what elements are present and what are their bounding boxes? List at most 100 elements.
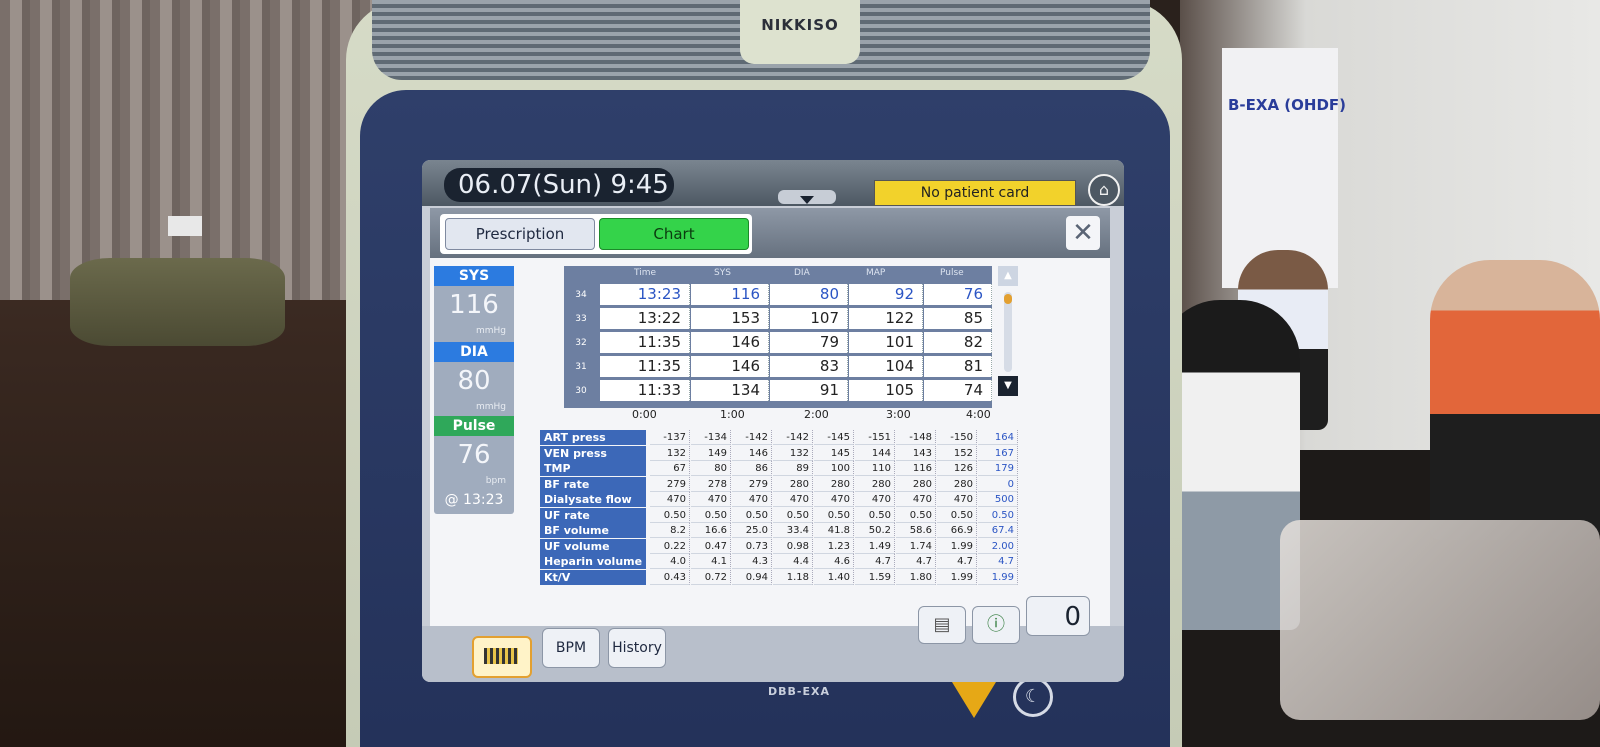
bp-table-row[interactable]: 31 11:35 146 83 104 81 bbox=[564, 356, 992, 378]
trend-cell: 470 bbox=[691, 492, 731, 507]
chart-panel: Prescription Chart ✕ SYS 116 mmHg DIA 80… bbox=[430, 208, 1110, 628]
trend-cell: 152 bbox=[937, 445, 977, 461]
bp-table-row[interactable]: 33 13:22 153 107 122 85 bbox=[564, 308, 992, 330]
trend-cell: -142 bbox=[773, 430, 813, 445]
trend-cell: 470 bbox=[650, 492, 690, 507]
trend-cell: -134 bbox=[691, 430, 731, 445]
home-icon[interactable]: ⌂ bbox=[1088, 174, 1120, 206]
trend-row-label: Heparin volume bbox=[540, 554, 646, 569]
measurement-time: @ 13:23 bbox=[444, 492, 504, 508]
bpm-button[interactable]: BPM bbox=[542, 628, 600, 668]
bp-cell-map: 105 bbox=[849, 380, 923, 401]
background-curtain bbox=[0, 0, 380, 300]
bp-cell-pulse: 74 bbox=[924, 380, 992, 401]
trend-cell: 1.49 bbox=[855, 538, 895, 554]
touch-screen: 06.07(Sun) 9:45 No patient card ⌂ Prescr… bbox=[422, 160, 1124, 682]
message-counter: 0 bbox=[1026, 596, 1090, 636]
brand-logo: NIKKISO bbox=[740, 0, 860, 64]
trend-cell: -145 bbox=[814, 430, 854, 445]
hour-label: 0:00 bbox=[632, 408, 657, 421]
trend-cell: -150 bbox=[937, 430, 977, 445]
bp-table-header: Time SYS DIA MAP Pulse bbox=[564, 266, 992, 282]
alarm-warning-button[interactable] bbox=[952, 682, 996, 718]
info-icon[interactable]: ⓘ bbox=[972, 606, 1020, 644]
trend-row-label: VEN press bbox=[540, 445, 646, 461]
trend-cell: 25.0 bbox=[732, 523, 772, 538]
trend-cell: 4.7 bbox=[896, 554, 936, 569]
bp-cell-sys: 116 bbox=[691, 284, 769, 305]
bp-header-map: MAP bbox=[866, 268, 886, 278]
bp-table-row[interactable]: 30 11:33 134 91 105 74 bbox=[564, 380, 992, 402]
background-plastic-bag bbox=[1280, 520, 1600, 720]
trend-cell: 126 bbox=[937, 461, 977, 476]
trend-cell: 66.9 bbox=[937, 523, 977, 538]
trend-cell: 50.2 bbox=[855, 523, 895, 538]
trend-cell: 58.6 bbox=[896, 523, 936, 538]
trend-row-label: UF rate bbox=[540, 507, 646, 523]
scroll-down-button[interactable]: ▼ bbox=[998, 376, 1018, 396]
trend-cell: 0.43 bbox=[650, 569, 690, 585]
trend-cell: 41.8 bbox=[814, 523, 854, 538]
bp-table-row[interactable]: 32 11:35 146 79 101 82 bbox=[564, 332, 992, 354]
trend-cell: 470 bbox=[937, 492, 977, 507]
scroll-up-button[interactable]: ▲ bbox=[998, 266, 1018, 286]
trend-cell: 0.50 bbox=[937, 507, 977, 523]
trend-cell: 4.0 bbox=[650, 554, 690, 569]
hour-label: 1:00 bbox=[720, 408, 745, 421]
bp-row-index: 33 bbox=[575, 314, 587, 324]
tab-chart[interactable]: Chart bbox=[599, 218, 749, 250]
trend-cell: 280 bbox=[814, 476, 854, 492]
trend-cell: 0.50 bbox=[896, 507, 936, 523]
bp-history-table: Time SYS DIA MAP Pulse 34 13:23 116 80 92 76 3… bbox=[564, 266, 992, 408]
trend-cell: 1.99 bbox=[978, 569, 1018, 585]
bp-cell-dia: 83 bbox=[770, 356, 848, 377]
trend-cell: 0 bbox=[978, 476, 1018, 492]
trend-cell: 0.50 bbox=[855, 507, 895, 523]
bp-cell-pulse: 81 bbox=[924, 356, 992, 377]
trend-cell: 4.1 bbox=[691, 554, 731, 569]
history-button[interactable]: History bbox=[608, 628, 666, 668]
bp-cell-map: 122 bbox=[849, 308, 923, 329]
trend-cell: 116 bbox=[896, 461, 936, 476]
vitals-summary: SYS 116 mmHg DIA 80 mmHg Pulse 76 bpm @ … bbox=[434, 266, 514, 514]
trend-cell: 1.99 bbox=[937, 569, 977, 585]
background-poster-title: B-EXA (OHDF) bbox=[1228, 96, 1347, 114]
trend-cell: 89 bbox=[773, 461, 813, 476]
trend-cell: 0.94 bbox=[732, 569, 772, 585]
trend-cell: 470 bbox=[732, 492, 772, 507]
trend-cell: 0.98 bbox=[773, 538, 813, 554]
trend-cell: 80 bbox=[691, 461, 731, 476]
trend-cell: 8.2 bbox=[650, 523, 690, 538]
bp-table-row[interactable]: 34 13:23 116 80 92 76 bbox=[564, 284, 992, 306]
bp-header-sys: SYS bbox=[714, 268, 731, 278]
trend-cell: 145 bbox=[814, 445, 854, 461]
bp-cell-map: 92 bbox=[849, 284, 923, 305]
close-icon[interactable]: ✕ bbox=[1066, 216, 1100, 250]
document-icon[interactable]: ▤ bbox=[918, 606, 966, 644]
background-table bbox=[70, 258, 285, 346]
trend-cell: 167 bbox=[978, 445, 1018, 461]
trend-cell: 0.47 bbox=[691, 538, 731, 554]
trend-cell: 470 bbox=[773, 492, 813, 507]
trend-cell: 67.4 bbox=[978, 523, 1018, 538]
trend-cell: 110 bbox=[855, 461, 895, 476]
trend-row-label: BF rate bbox=[540, 476, 646, 492]
bp-header-pulse: Pulse bbox=[940, 268, 964, 278]
scrollbar-track[interactable] bbox=[1004, 292, 1012, 372]
bp-cell-time: 11:35 bbox=[600, 356, 690, 377]
tab-prescription[interactable]: Prescription bbox=[445, 218, 595, 250]
trend-cell: 33.4 bbox=[773, 523, 813, 538]
trend-cell: 280 bbox=[773, 476, 813, 492]
trend-row-label: Kt/V bbox=[540, 569, 646, 585]
trend-row-label: Dialysate flow bbox=[540, 492, 646, 507]
screen-pulldown-tab[interactable] bbox=[778, 190, 836, 204]
trend-row-label: BF volume bbox=[540, 523, 646, 538]
trend-cell: 67 bbox=[650, 461, 690, 476]
bp-cell-pulse: 76 bbox=[924, 284, 992, 305]
bp-cell-sys: 153 bbox=[691, 308, 769, 329]
scrollbar-thumb[interactable] bbox=[1004, 294, 1012, 304]
mute-icon[interactable]: ☾ bbox=[1013, 677, 1053, 717]
trend-cell: 0.72 bbox=[691, 569, 731, 585]
machine-view-button[interactable] bbox=[472, 636, 532, 678]
sys-unit: mmHg bbox=[475, 326, 506, 336]
